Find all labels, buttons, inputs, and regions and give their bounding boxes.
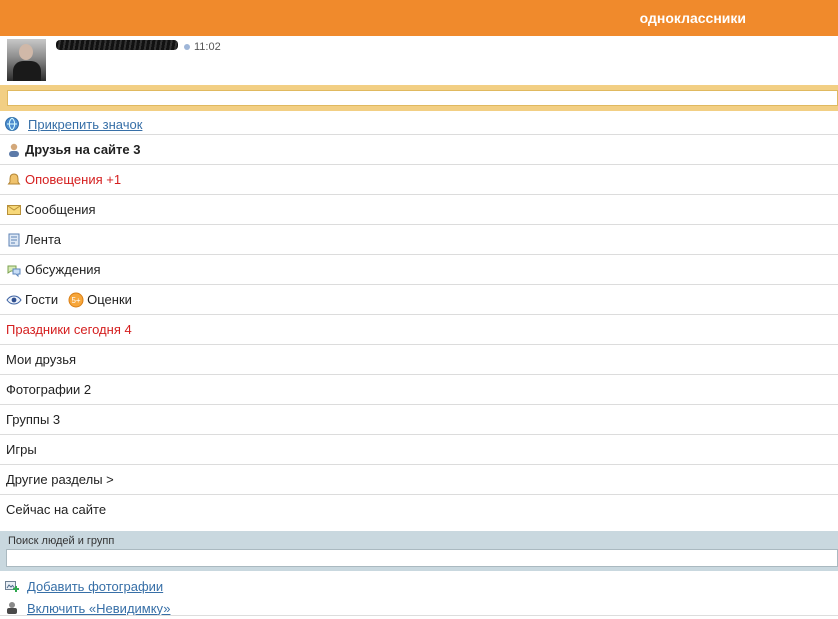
- menu-my-friends[interactable]: Мои друзья: [0, 344, 838, 374]
- avatar-body: [13, 61, 41, 81]
- enable-invisible-link[interactable]: Включить «Невидимку»: [27, 601, 170, 616]
- status-box: [0, 85, 838, 111]
- profile-time: 11:02: [194, 41, 221, 53]
- menu-photos[interactable]: Фотографии 2: [0, 374, 838, 404]
- menu-label: Другие разделы >: [6, 471, 114, 487]
- menu-label: Группы 3: [6, 411, 61, 427]
- menu-guests[interactable]: Гости: [25, 285, 58, 315]
- menu-other-sections[interactable]: Другие разделы >: [0, 464, 838, 494]
- menu-feed[interactable]: Лента: [0, 224, 838, 254]
- main-menu: Друзья на сайте 3 Оповещения +1 Сообщени…: [0, 134, 838, 524]
- feed-icon: [8, 233, 20, 246]
- menu-label: Фотографии 2: [6, 381, 92, 397]
- friends-icon: [9, 143, 19, 157]
- status-input[interactable]: [7, 90, 838, 106]
- menu-holidays-today[interactable]: Праздники сегодня 4: [0, 314, 838, 344]
- menu-discussions[interactable]: Обсуждения: [0, 254, 838, 284]
- speech-bubbles-icon: [7, 265, 21, 277]
- attach-badge-link[interactable]: Прикрепить значок: [28, 117, 142, 132]
- globe-icon: [5, 117, 19, 131]
- eye-icon: [6, 294, 22, 305]
- menu-online-now[interactable]: Сейчас на сайте: [0, 494, 838, 524]
- menu-label: Оповещения +1: [25, 171, 122, 187]
- incognito-icon: [7, 602, 17, 614]
- avatar[interactable]: [7, 39, 46, 81]
- photo-add-icon: [5, 581, 19, 592]
- search-label: Поиск людей и групп: [8, 535, 115, 547]
- bell-icon: [7, 172, 21, 184]
- site-logo[interactable]: одноклассники: [640, 10, 746, 26]
- menu-label: Сейчас на сайте: [6, 501, 107, 517]
- menu-label: Обсуждения: [25, 261, 101, 277]
- top-header: одноклассники: [0, 0, 838, 36]
- menu-guests-ratings: Гости 5+ Оценки: [0, 284, 838, 314]
- search-panel: Поиск людей и групп: [0, 531, 838, 571]
- online-status-dot: [184, 44, 190, 50]
- add-photos-row[interactable]: Добавить фотографии: [4, 577, 163, 595]
- menu-label: Мои друзья: [6, 351, 77, 367]
- menu-label: Игры: [6, 441, 37, 457]
- avatar-face: [19, 44, 33, 60]
- search-input[interactable]: [6, 549, 838, 567]
- menu-label: Сообщения: [25, 201, 96, 217]
- menu-games[interactable]: Игры: [0, 434, 838, 464]
- menu-groups[interactable]: Группы 3: [0, 404, 838, 434]
- footer-divider: [0, 615, 838, 616]
- menu-friends-online[interactable]: Друзья на сайте 3: [0, 134, 838, 164]
- menu-label: Друзья на сайте 3: [25, 141, 141, 157]
- five-plus-icon: 5+: [68, 292, 84, 307]
- attach-badge-row[interactable]: Прикрепить значок: [4, 115, 142, 133]
- menu-label: Лента: [25, 231, 61, 247]
- menu-messages[interactable]: Сообщения: [0, 194, 838, 224]
- svg-text:5+: 5+: [72, 296, 81, 305]
- envelope-icon: [7, 204, 21, 215]
- add-photos-link[interactable]: Добавить фотографии: [27, 579, 163, 594]
- menu-ratings[interactable]: Оценки: [87, 285, 132, 315]
- menu-label: Праздники сегодня 4: [6, 321, 132, 337]
- username-scribbled: [56, 40, 178, 50]
- menu-notifications[interactable]: Оповещения +1: [0, 164, 838, 194]
